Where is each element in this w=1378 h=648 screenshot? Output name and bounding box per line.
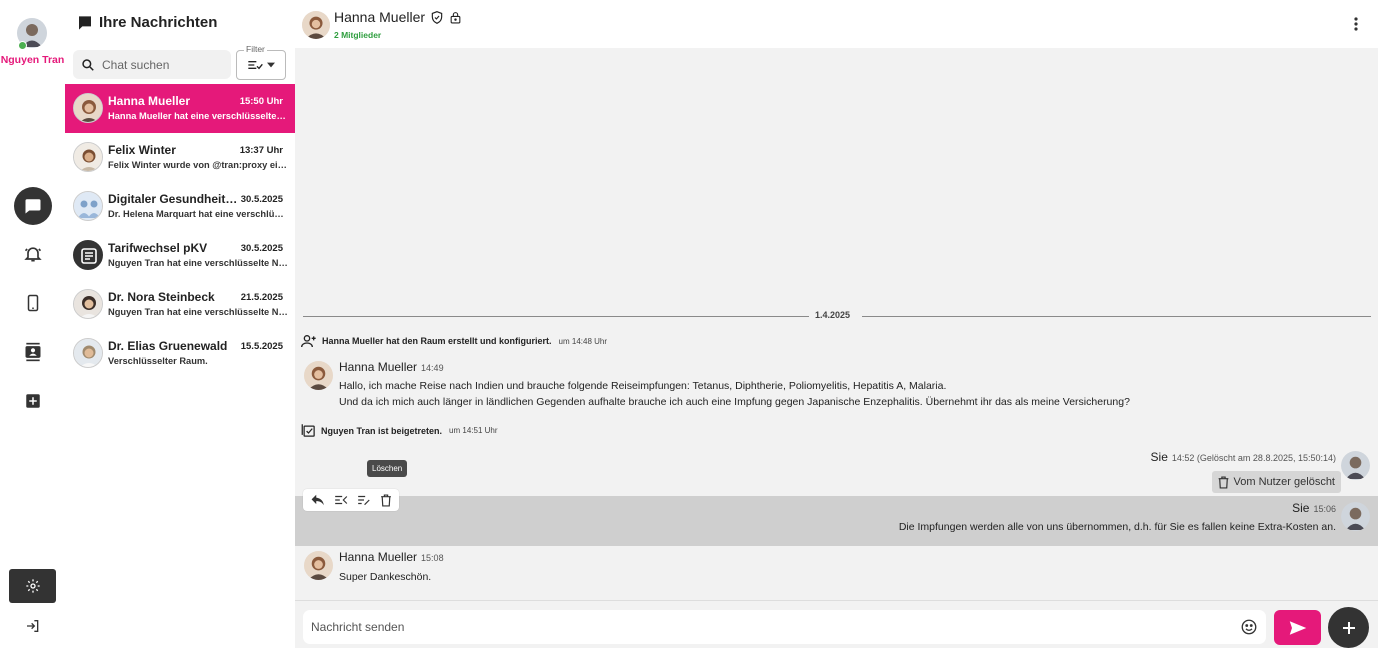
message-sender: Hanna Mueller 15:08	[339, 550, 444, 564]
chat-list-panel: Ihre Nachrichten Filter Hanna Mueller 15…	[65, 0, 295, 648]
avatar[interactable]	[302, 11, 330, 39]
flag-chat-icon	[77, 15, 93, 31]
chat-time: 30.5.2025	[240, 194, 283, 205]
nav-notifications[interactable]	[0, 234, 65, 274]
more-options-button[interactable]	[1348, 14, 1364, 34]
message-sender: Hanna Mueller 14:49	[339, 360, 444, 374]
message-body: Hallo, ich mache Reise nach Indien und b…	[339, 380, 1130, 408]
chat-search[interactable]	[73, 50, 231, 79]
chat-item[interactable]: Tarifwechsel pKV 30.5.2025 Nguyen Tran h…	[65, 231, 295, 280]
chat-name: Hanna Mueller	[108, 94, 191, 108]
member-count[interactable]: 2 Mitglieder	[334, 30, 381, 40]
avatar	[73, 240, 103, 270]
send-button[interactable]	[1274, 610, 1321, 645]
chat-preview: Nguyen Tran hat eine verschlüsselte Nach…	[108, 307, 288, 317]
chat-preview: Verschlüsselter Raum.	[108, 356, 208, 366]
message-timeline: 1.4.2025 Hanna Mueller hat den Raum erst…	[295, 48, 1378, 600]
chat-name: Digitaler Gesundheitsclub	[108, 192, 238, 206]
chat-item[interactable]: Hanna Mueller 15:50 Uhr Hanna Mueller ha…	[65, 84, 295, 133]
search-icon	[81, 58, 95, 72]
chat-time: 15:50 Uhr	[239, 96, 283, 107]
message-input[interactable]	[311, 620, 1211, 634]
composer	[295, 600, 1378, 648]
nav-rail: Nguyen Tran	[0, 0, 65, 648]
deleted-message-chip: Vom Nutzer gelöscht	[1211, 471, 1341, 493]
filter-select[interactable]	[236, 50, 286, 80]
trash-icon	[1218, 475, 1229, 489]
filter-label: Filter	[244, 44, 267, 54]
send-icon	[1289, 620, 1307, 636]
chat-name: Dr. Nora Steinbeck	[108, 290, 215, 304]
attach-button[interactable]	[1328, 607, 1369, 648]
avatar	[73, 338, 103, 368]
chat-name: Felix Winter	[108, 143, 176, 157]
date-separator: 1.4.2025	[303, 310, 1371, 322]
reply-icon[interactable]	[311, 494, 325, 506]
chat-name: Tarifwechsel pKV	[108, 241, 208, 255]
avatar[interactable]	[304, 361, 333, 390]
verified-shield-icon	[430, 10, 444, 25]
chat-item[interactable]: Dr. Elias Gruenewald 15.5.2025 Verschlüs…	[65, 329, 295, 378]
avatar[interactable]	[1341, 502, 1370, 531]
thread-icon[interactable]	[334, 494, 348, 506]
logout-button[interactable]	[0, 606, 65, 646]
delete-tooltip: Löschen	[367, 460, 408, 477]
system-event: Hanna Mueller hat den Raum erstellt und …	[301, 334, 607, 348]
avatar	[73, 289, 103, 319]
chat-header-title[interactable]: Hanna Mueller	[334, 9, 462, 25]
nav-devices[interactable]	[0, 283, 65, 323]
chat-preview: Nguyen Tran hat eine verschlüsselte Nach…	[108, 258, 288, 268]
chat-item[interactable]: Felix Winter 13:37 Uhr Felix Winter wurd…	[65, 133, 295, 182]
message-field[interactable]	[303, 610, 1266, 644]
person-add-icon	[301, 334, 317, 348]
logout-icon	[25, 618, 41, 634]
chat-preview: Dr. Helena Marquart hat eine verschlüsse…	[108, 209, 288, 219]
contacts-icon	[23, 342, 43, 362]
trash-icon[interactable]	[380, 493, 392, 507]
online-status-dot	[18, 41, 27, 50]
lock-icon	[449, 10, 462, 25]
settings-button[interactable]	[9, 569, 56, 603]
plus-icon	[1342, 621, 1356, 635]
message-body: Die Impfungen werden alle von uns überno…	[898, 521, 1336, 533]
edit-icon[interactable]	[357, 494, 371, 506]
filter-list-icon	[247, 58, 263, 72]
nav-contacts[interactable]	[0, 332, 65, 372]
search-input[interactable]	[102, 57, 222, 72]
phone-icon	[24, 293, 42, 313]
chat-time: 13:37 Uhr	[239, 145, 283, 156]
my-name: Nguyen Tran	[0, 54, 65, 66]
chat-name: Dr. Elias Gruenewald	[108, 339, 228, 353]
avatar	[73, 93, 103, 123]
message-sender: Sie 14:52 (Gelöscht am 28.8.2025, 15:50:1…	[1150, 450, 1336, 464]
check-box-icon	[301, 423, 316, 438]
chat-time: 21.5.2025	[240, 292, 283, 303]
gear-icon	[25, 578, 41, 594]
chat-preview: Hanna Mueller hat eine verschlüsselte Na…	[108, 111, 288, 121]
message-own-hovered[interactable]: Sie 15:06 Die Impfungen werden alle von u…	[295, 496, 1378, 546]
chat-bubble-icon	[24, 197, 42, 215]
chevron-down-icon	[267, 62, 275, 68]
avatar	[73, 142, 103, 172]
avatar[interactable]	[1341, 451, 1370, 480]
chat-time: 15.5.2025	[240, 341, 283, 352]
avatar	[73, 191, 103, 221]
system-event: Nguyen Tran ist beigetreten. um 14:51 Uh…	[301, 423, 498, 438]
nav-chats[interactable]	[0, 186, 65, 226]
emoji-icon[interactable]	[1240, 618, 1258, 636]
nav-add[interactable]	[0, 381, 65, 421]
chat-item[interactable]: Digitaler Gesundheitsclub 30.5.2025 Dr. …	[65, 182, 295, 231]
message-actions-toolbar	[303, 489, 399, 511]
chat-preview: Felix Winter wurde von @tran:proxy einge…	[108, 160, 288, 170]
add-box-icon	[24, 392, 42, 410]
avatar[interactable]	[304, 551, 333, 580]
more-vertical-icon	[1354, 17, 1358, 31]
bell-icon	[23, 244, 43, 264]
chat-time: 30.5.2025	[240, 243, 283, 254]
chat-header: Hanna Mueller 2 Mitglieder	[295, 0, 1378, 48]
message-body: Super Dankeschön.	[339, 571, 432, 583]
message-sender: Sie 15:06	[1292, 501, 1336, 515]
chat-item[interactable]: Dr. Nora Steinbeck 21.5.2025 Nguyen Tran…	[65, 280, 295, 329]
chat-list-title: Ihre Nachrichten	[77, 14, 217, 31]
